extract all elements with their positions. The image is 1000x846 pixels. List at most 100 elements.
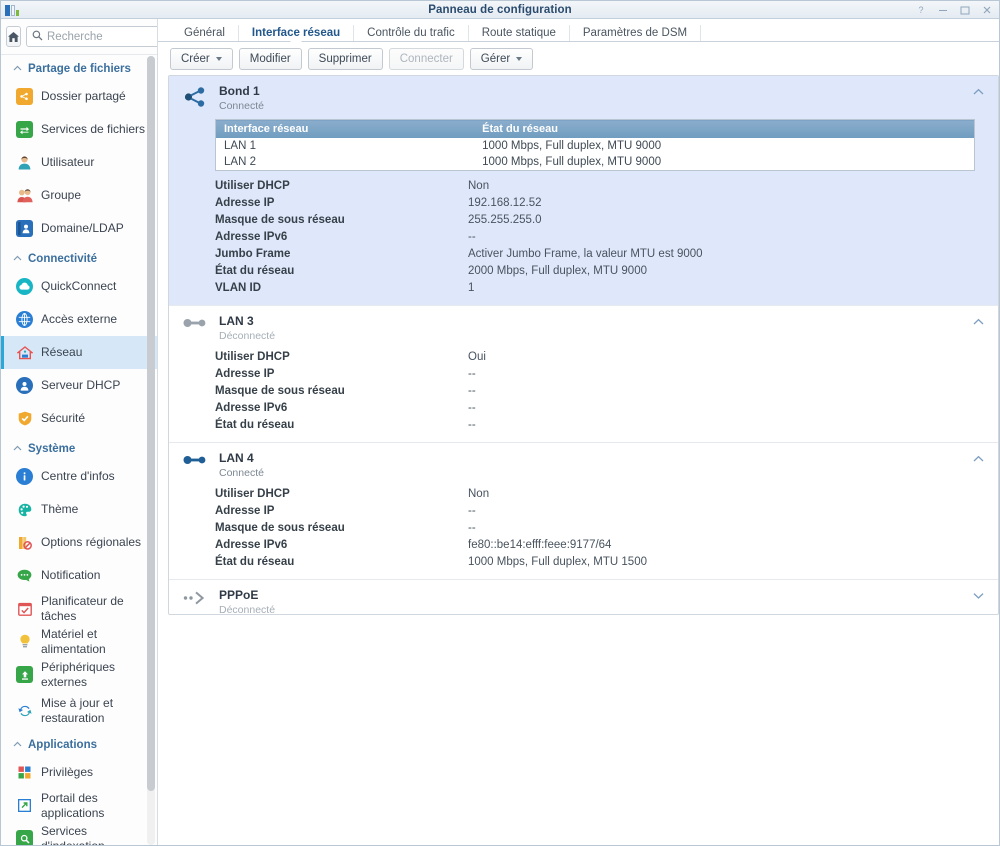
search-input[interactable] [47,30,157,43]
interface-list-wrapper: Bond 1 Connecté Interface réseau État du… [158,75,999,845]
sidebar-item-utilisateur[interactable]: Utilisateur [1,146,157,179]
detail-row: Adresse IPv6 -- [215,228,998,245]
detail-value: 2000 Mbps, Full duplex, MTU 9000 [468,264,647,277]
sidebar-item-options-regionales[interactable]: Options régionales [1,526,157,559]
sidebar-item-services-d-indexation[interactable]: Services d'indexation [1,822,157,845]
sidebar-item-planificateur-de-taches[interactable]: Planificateur de tâches [1,592,157,625]
sidebar-item-groupe[interactable]: Groupe [1,179,157,212]
interface-details: Utiliser DHCP Oui Adresse IP -- Masque d… [169,342,998,442]
minimize-icon[interactable] [938,5,949,15]
supprimer-button[interactable]: Supprimer [307,47,383,70]
sidebar-item-label: Domaine/LDAP [41,221,124,235]
sidebar-group-header-connectivity[interactable]: Connectivité [1,245,157,270]
home-icon [7,31,20,43]
gerer-button[interactable]: Gérer [469,47,534,70]
indexing-services-icon [16,830,33,845]
interface-name: Bond 1 [219,84,260,98]
cell-status: 1000 Mbps, Full duplex, MTU 9000 [472,138,975,154]
interface-name: LAN 4 [219,451,254,465]
chevron-up-icon [13,254,22,264]
sidebar-item-label: Sécurité [41,411,86,425]
detail-key: État du réseau [215,555,295,568]
sidebar-item-domaine-ldap[interactable]: Domaine/LDAP [1,212,157,245]
sidebar-item-label: Privilèges [41,765,94,779]
table-row[interactable]: LAN 1 1000 Mbps, Full duplex, MTU 9000 [215,138,975,154]
sidebar-item-serveur-dhcp[interactable]: Serveur DHCP [1,369,157,402]
modifier-button[interactable]: Modifier [238,47,302,70]
external-access-icon [16,311,33,328]
home-button[interactable] [6,26,21,47]
detail-key: Utiliser DHCP [215,350,290,363]
task-scheduler-icon [16,600,33,617]
sidebar-item-portail-des-applications[interactable]: Portail des applications [1,789,157,822]
sidebar-item-materiel-et-alimentation[interactable]: Matériel et alimentation [1,625,157,658]
detail-row: État du réseau -- [215,416,998,433]
sidebar-item-reseau[interactable]: Réseau [1,336,157,369]
detail-key: Adresse IPv6 [215,538,288,551]
sidebar-scrollbar[interactable] [147,56,155,845]
sidebar-item-quickconnect[interactable]: QuickConnect [1,270,157,303]
dhcp-server-icon [16,377,33,394]
sidebar-item-securite[interactable]: Sécurité [1,402,157,435]
sidebar-group-header-applications[interactable]: Applications [1,731,157,756]
sidebar-item-peripheriques-externes[interactable]: Périphériques externes [1,658,157,691]
detail-row: Masque de sous réseau -- [215,519,998,536]
tab-interface-reseau[interactable]: Interface réseau [239,25,355,42]
tab-parametres-de-dsm[interactable]: Paramètres de DSM [570,25,702,41]
tab-general[interactable]: Général [170,25,239,41]
interface-row-pppoe[interactable]: PPPoE Déconnecté [169,580,998,614]
domain-ldap-icon [16,220,33,237]
sidebar-scroll-area: Partage de fichiers Dossier partagé Serv… [1,55,157,845]
notification-icon [16,567,33,584]
sidebar-item-privileges[interactable]: Privilèges [1,756,157,789]
sidebar-group-label: Applications [28,739,98,751]
detail-row: Utiliser DHCP Non [215,177,998,194]
button-label: Supprimer [318,52,372,65]
button-label: Gérer [480,52,511,65]
cell-interface: LAN 2 [215,154,473,171]
sidebar-search-bar [1,19,157,55]
detail-row: Adresse IP 192.168.12.52 [215,194,998,211]
table-row[interactable]: LAN 2 1000 Mbps, Full duplex, MTU 9000 [215,154,975,171]
sidebar-item-theme[interactable]: Thème [1,493,157,526]
sidebar-item-centre-d-infos[interactable]: Centre d'infos [1,460,157,493]
sidebar-item-services-de-fichiers[interactable]: Services de fichiers [1,113,157,146]
close-icon[interactable] [982,5,993,15]
lan-port-disconnected-icon [181,314,209,329]
sidebar-item-label: Accès externe [41,312,118,326]
help-icon[interactable]: ? [916,5,927,15]
window-titlebar: Panneau de configuration ? [1,1,999,19]
collapse-chevron-up-icon[interactable] [973,455,984,462]
collapse-chevron-up-icon[interactable] [973,318,984,325]
sidebar-group-header-file-sharing[interactable]: Partage de fichiers [1,55,157,80]
detail-value: -- [468,384,476,397]
sidebar-item-label: Périphériques externes [41,659,116,689]
maximize-icon[interactable] [960,5,971,15]
sidebar-item-mise-a-jour-et-restauration[interactable]: Mise à jour et restauration [1,691,157,731]
interface-row-bond-1[interactable]: Bond 1 Connecté Interface réseau État du… [169,76,998,306]
expand-chevron-down-icon[interactable] [973,592,984,599]
interface-list-panel: Bond 1 Connecté Interface réseau État du… [168,75,999,615]
interface-status: Connecté [219,100,264,112]
detail-row: État du réseau 1000 Mbps, Full duplex, M… [215,553,998,570]
file-services-icon [16,121,33,138]
group-icon [16,187,33,204]
collapse-chevron-up-icon[interactable] [973,88,984,95]
button-label: Connecter [399,52,453,65]
interface-row-lan-3[interactable]: LAN 3 Déconnecté Utiliser DHCP Oui Adres… [169,306,998,443]
button-label: Modifier [249,52,291,65]
interface-row-lan-4[interactable]: LAN 4 Connecté Utiliser DHCP Non Adresse… [169,443,998,580]
creer-button[interactable]: Créer [170,47,233,70]
sidebar-scrollbar-thumb[interactable] [147,56,155,791]
sidebar-item-label: Centre d'infos [41,469,115,483]
search-field-wrapper[interactable] [26,26,157,47]
sidebar-item-dossier-partage[interactable]: Dossier partagé [1,80,157,113]
sidebar-group-header-system[interactable]: Système [1,435,157,460]
tab-route-statique[interactable]: Route statique [469,25,570,41]
privileges-icon [16,764,33,781]
detail-key: État du réseau [215,264,295,277]
tab-controle-du-trafic[interactable]: Contrôle du trafic [354,25,469,41]
sidebar-item-acces-externe[interactable]: Accès externe [1,303,157,336]
chevron-down-icon [215,56,222,61]
sidebar-item-notification[interactable]: Notification [1,559,157,592]
